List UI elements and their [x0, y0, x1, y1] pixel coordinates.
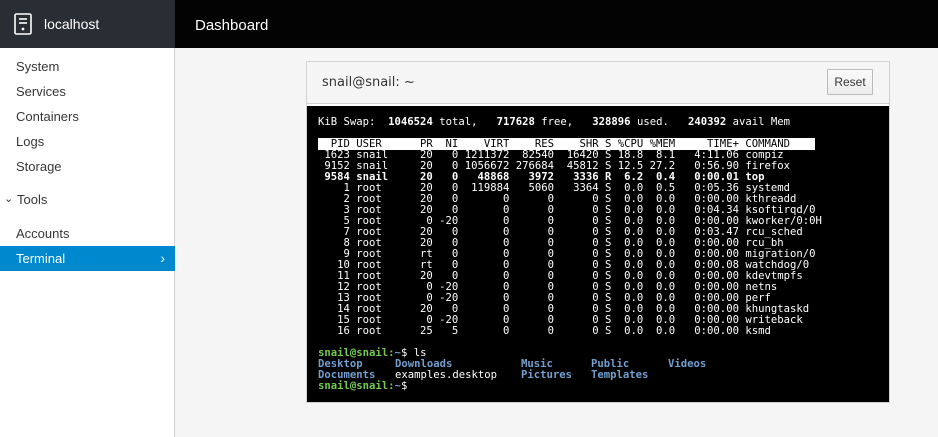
- ls-file: examples.desktop: [395, 369, 498, 381]
- ls-directory: Templates: [591, 369, 649, 381]
- server-icon: [14, 13, 32, 35]
- prompt-command: $: [400, 380, 408, 392]
- sidebar-group-label: Tools: [17, 192, 48, 207]
- sidebar-item-terminal[interactable]: Terminal ›: [0, 246, 175, 271]
- process-text: 16 root 25 5 0 0 0 S 0.0 0.0 0:00.00 ksm…: [318, 325, 771, 337]
- top-bar: localhost Dashboard: [0, 0, 938, 48]
- swap-text: total,: [432, 116, 497, 128]
- swap-value: 717628: [496, 116, 535, 128]
- prompt-user: snail@snail:: [318, 380, 395, 392]
- swap-text: KiB Swap:: [318, 116, 389, 128]
- host-switcher[interactable]: localhost: [0, 0, 175, 48]
- host-name: localhost: [44, 16, 100, 32]
- swap-text: avail Mem: [726, 116, 791, 128]
- swap-value: 328896: [592, 116, 631, 128]
- reset-button[interactable]: Reset: [827, 69, 873, 95]
- sidebar: System Services Containers Logs Storage …: [0, 48, 175, 437]
- prompt-line: snail@snail:~$: [318, 381, 407, 392]
- swap-value: 240392: [687, 116, 727, 128]
- swap-text: used.: [630, 116, 688, 128]
- main-content: snail@snail: ~ Reset KiB Swap: 1046524 t…: [176, 48, 938, 437]
- terminal-panel: snail@snail: ~ Reset KiB Swap: 1046524 t…: [306, 61, 890, 403]
- swap-text: free,: [534, 116, 593, 128]
- chevron-right-icon: ›: [160, 250, 165, 266]
- page-title[interactable]: Dashboard: [195, 0, 268, 48]
- panel-title: snail@snail: ~: [322, 75, 415, 90]
- ls-directory: Pictures: [521, 369, 573, 381]
- swap-line: KiB Swap: 1046524 total, 717628 free, 32…: [318, 117, 790, 128]
- chevron-down-icon: ⌄: [4, 193, 14, 205]
- sidebar-item-containers[interactable]: Containers: [0, 104, 175, 129]
- terminal-screen[interactable]: KiB Swap: 1046524 total, 717628 free, 32…: [307, 106, 889, 402]
- process-row: 16 root 25 5 0 0 0 S 0.0 0.0 0:00.00 ksm…: [318, 326, 771, 337]
- swap-value: 1046524: [388, 116, 433, 128]
- sidebar-item-storage[interactable]: Storage: [0, 154, 175, 179]
- sidebar-item-services[interactable]: Services: [0, 79, 175, 104]
- panel-header: snail@snail: ~ Reset: [307, 62, 889, 104]
- sidebar-item-accounts[interactable]: Accounts: [0, 221, 175, 246]
- sidebar-item-logs[interactable]: Logs: [0, 129, 175, 154]
- sidebar-group-tools[interactable]: ⌄ Tools: [0, 187, 175, 212]
- sidebar-item-system[interactable]: System: [0, 54, 175, 79]
- sidebar-item-label: Terminal: [16, 251, 66, 266]
- ls-directory: Videos: [668, 358, 707, 370]
